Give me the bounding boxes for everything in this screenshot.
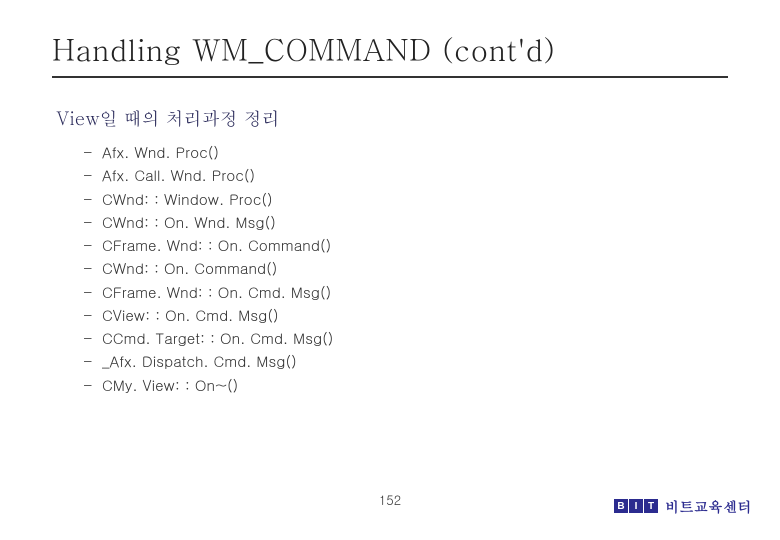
logo-square-b: B [614,499,628,513]
logo-square-i: I [629,499,643,513]
logo: B I T 비트교육센터 [614,496,752,516]
call-sequence-list: Afx. Wnd. Proc() Afx. Call. Wnd. Proc() … [56,141,728,397]
section-heading: View일 때의 처리과정 정리 [56,106,728,131]
title-rule: Handling WM_COMMAND (cont'd) [52,28,728,78]
list-item: CCmd. Target: : On. Cmd. Msg() [84,327,728,350]
list-item: _Afx. Dispatch. Cmd. Msg() [84,350,728,373]
list-item: CMy. View: : On~() [84,374,728,397]
footer: 152 B I T 비트교육센터 [0,490,780,514]
list-item: Afx. Wnd. Proc() [84,141,728,164]
list-item: CFrame. Wnd: : On. Cmd. Msg() [84,281,728,304]
slide-title: Handling WM_COMMAND (cont'd) [52,28,728,70]
content-area: View일 때의 처리과정 정리 Afx. Wnd. Proc() Afx. C… [52,106,728,397]
slide: Handling WM_COMMAND (cont'd) View일 때의 처리… [0,0,780,540]
list-item: CFrame. Wnd: : On. Command() [84,234,728,257]
page-number: 152 [379,490,401,509]
logo-text: 비트교육센터 [665,496,752,516]
list-item: CWnd: : Window. Proc() [84,188,728,211]
list-item: CWnd: : On. Command() [84,257,728,280]
list-item: CWnd: : On. Wnd. Msg() [84,211,728,234]
logo-squares-icon: B I T [614,499,659,513]
list-item: Afx. Call. Wnd. Proc() [84,164,728,187]
list-item: CView: : On. Cmd. Msg() [84,304,728,327]
logo-square-t: T [644,499,658,513]
